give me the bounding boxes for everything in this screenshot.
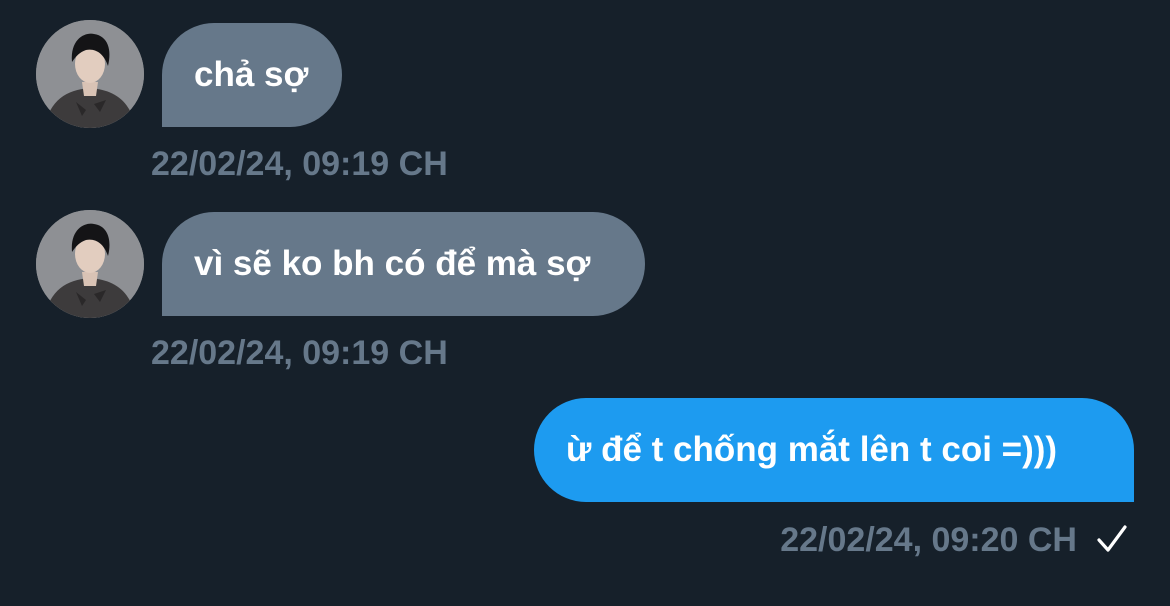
message-text: vì sẽ ko bh có để mà sợ — [194, 244, 591, 283]
avatar-image — [36, 20, 144, 128]
message-bubble[interactable]: vì sẽ ko bh có để mà sợ — [162, 212, 645, 316]
avatar[interactable] — [36, 210, 144, 318]
avatar-image — [36, 210, 144, 318]
message-timestamp: 22/02/24, 09:19 CH — [151, 145, 448, 183]
message-bubble[interactable]: chả sợ — [162, 23, 342, 127]
message-text: chả sợ — [194, 55, 309, 94]
message-bubble[interactable]: ừ để t chống mắt lên t coi =))) — [534, 398, 1134, 502]
message-text: ừ để t chống mắt lên t coi =))) — [566, 430, 1058, 469]
conversation-view: chả sợ 22/02/24, 09:19 CH vì sẽ ko bh có… — [0, 0, 1170, 606]
check-icon — [1097, 525, 1127, 552]
message-timestamp: 22/02/24, 09:20 CH — [780, 521, 1077, 559]
avatar[interactable] — [36, 20, 144, 128]
message-timestamp: 22/02/24, 09:19 CH — [151, 334, 448, 372]
